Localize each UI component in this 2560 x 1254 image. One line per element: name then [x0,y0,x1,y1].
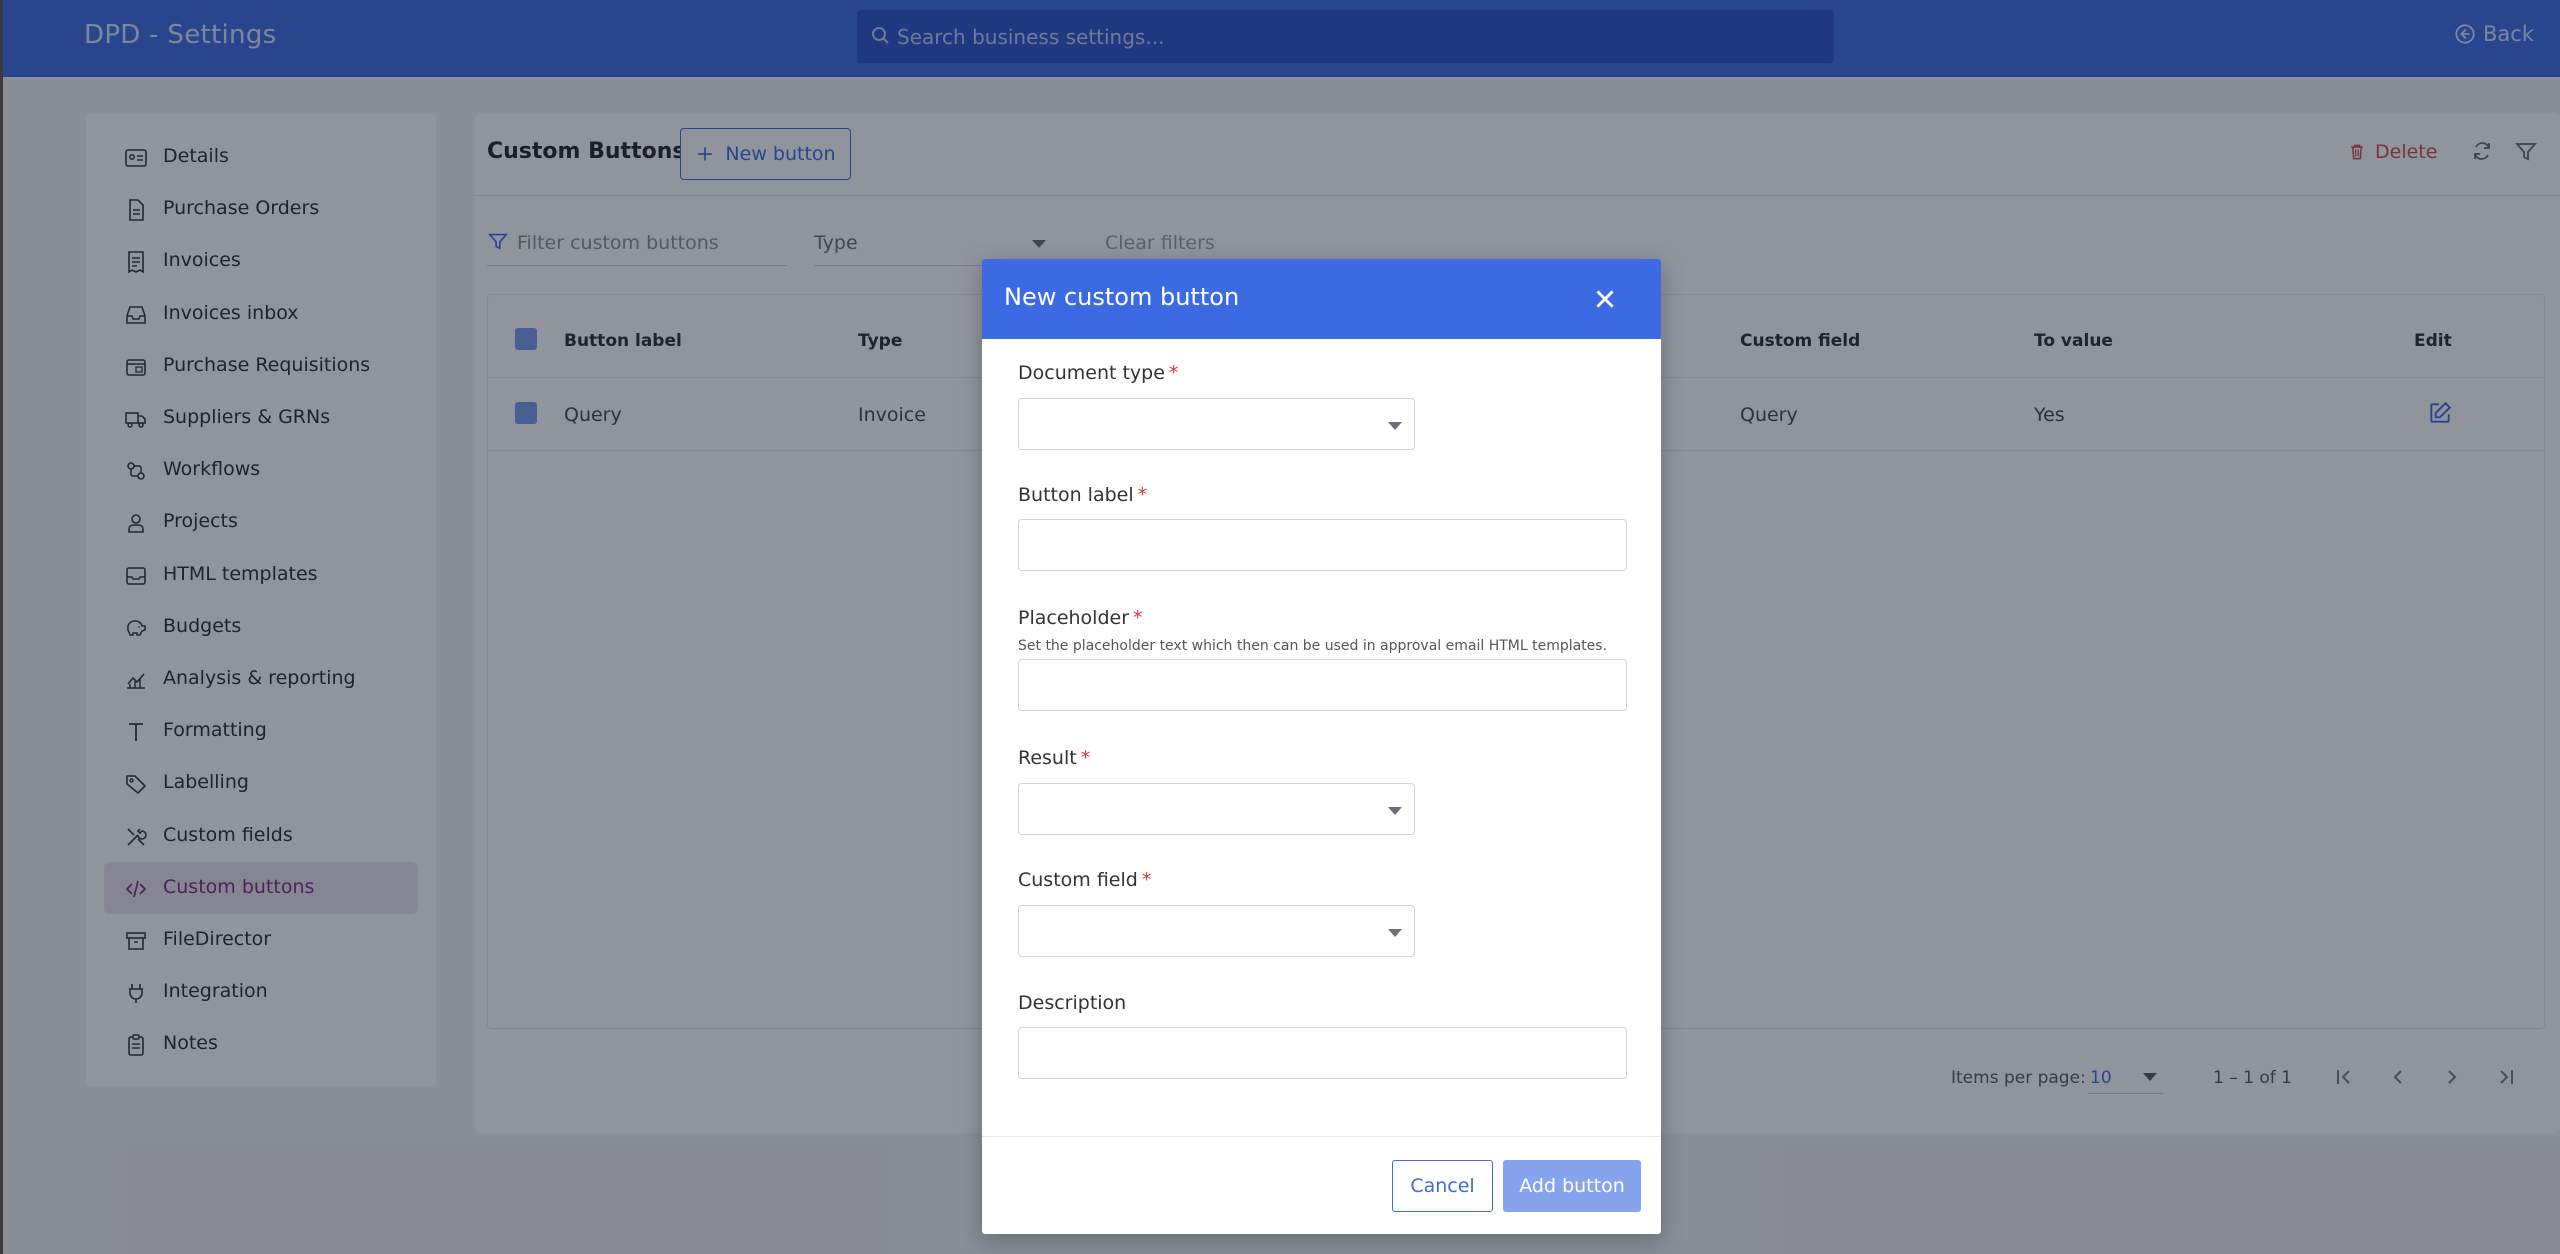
button-label-label: Button label * [1018,484,1148,506]
placeholder-label: Placeholder * [1018,607,1143,629]
add-button[interactable]: Add button [1503,1160,1641,1212]
result-label: Result * [1018,747,1091,769]
required-mark: * [1168,362,1179,384]
dialog-header: New custom button [982,259,1661,339]
chevron-down-icon [1388,807,1402,815]
description-label: Description [1018,992,1127,1014]
close-icon[interactable] [1592,286,1618,312]
placeholder-help-text: Set the placeholder text which then can … [1018,638,1608,654]
dialog-title: New custom button [1004,283,1240,311]
button-label-input[interactable] [1018,519,1627,571]
custom-field-select[interactable] [1018,905,1415,957]
placeholder-input[interactable] [1018,659,1627,711]
chevron-down-icon [1388,422,1402,430]
required-mark: * [1080,747,1091,769]
custom-field-label: Custom field * [1018,869,1152,891]
required-mark: * [1141,869,1152,891]
description-input[interactable] [1018,1027,1627,1079]
result-select[interactable] [1018,783,1415,835]
required-mark: * [1133,607,1143,629]
new-custom-button-dialog: New custom button Document type * Button … [982,259,1661,1234]
required-mark: * [1137,484,1148,506]
document-type-select[interactable] [1018,398,1415,450]
document-type-label: Document type * [1018,362,1179,384]
chevron-down-icon [1388,929,1402,937]
dialog-footer-divider [982,1136,1661,1137]
window-edge [0,0,3,1254]
cancel-button[interactable]: Cancel [1392,1160,1493,1212]
